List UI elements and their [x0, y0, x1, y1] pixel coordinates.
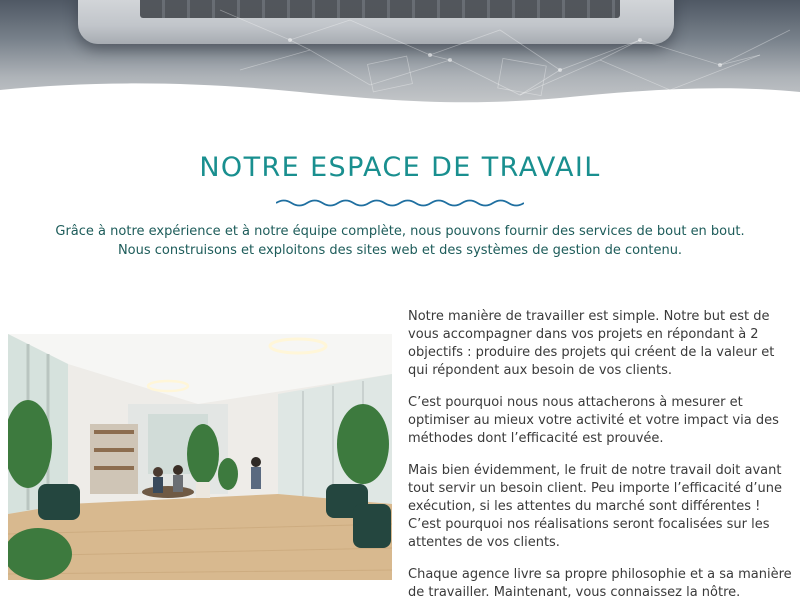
- section-title: NOTRE ESPACE DE TRAVAIL: [199, 152, 601, 183]
- section-intro: Grâce à notre expérience et à notre équi…: [55, 224, 745, 258]
- paragraph: Chaque agence livre sa propre philosophi…: [408, 567, 792, 600]
- paragraph: Notre manière de travailler est simple. …: [408, 309, 775, 378]
- wave-divider-icon: [276, 199, 524, 207]
- hero-banner: [0, 0, 800, 110]
- workspace-description: Notre manière de travailler est simple. …: [408, 308, 792, 616]
- paragraph: Mais bien évidemment, le fruit de notre …: [408, 463, 783, 550]
- office-illustration: [8, 334, 392, 580]
- office-photo: [8, 334, 392, 580]
- hero-wave-divider: [0, 83, 800, 110]
- paragraph: C’est pourquoi nous nous attacherons à m…: [408, 395, 779, 446]
